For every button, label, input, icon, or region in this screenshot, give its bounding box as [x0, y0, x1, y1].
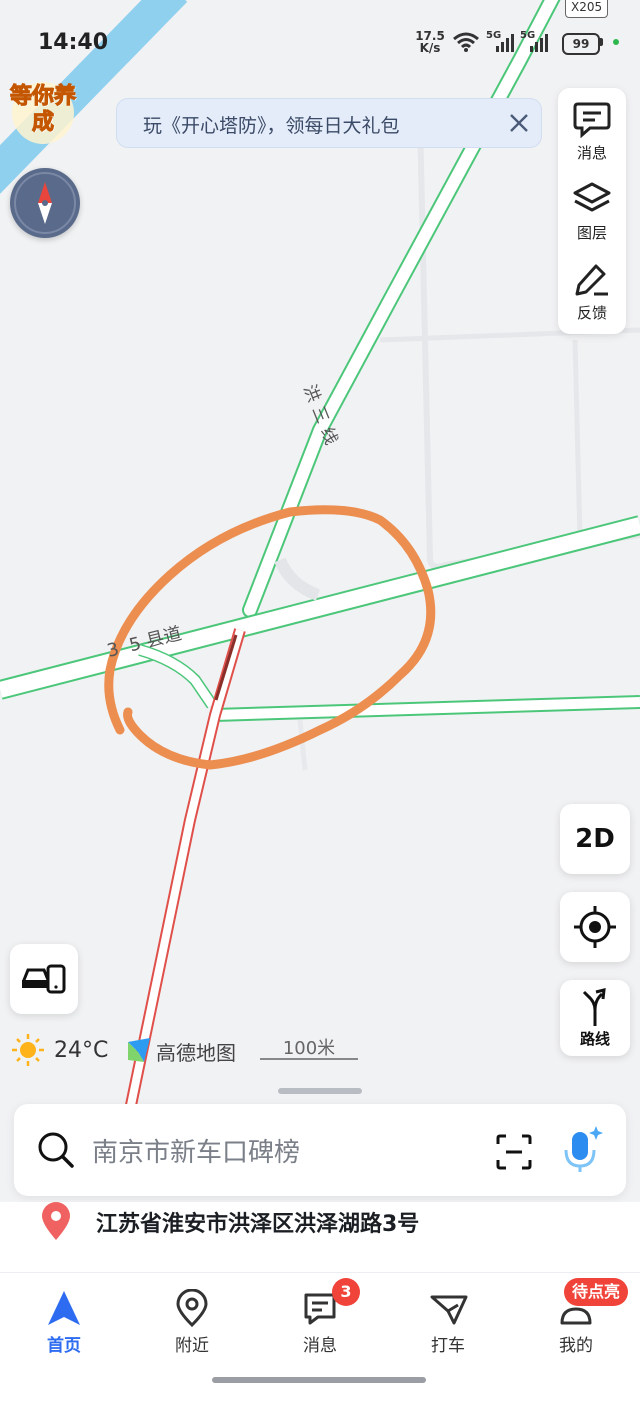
battery-tip: [600, 38, 603, 46]
amap-logo: 高德地图: [124, 1034, 254, 1066]
tab-taxi[interactable]: 打车: [384, 1287, 512, 1367]
route-arrow-icon: [582, 988, 606, 1026]
amap-logo-text: 高德地图: [156, 1041, 236, 1065]
home-indicator[interactable]: [212, 1377, 426, 1383]
route-button-label: 路线: [579, 1030, 610, 1048]
scan-icon[interactable]: [494, 1132, 534, 1172]
sun-icon: [12, 1034, 44, 1066]
messages-badge: 3: [332, 1278, 360, 1306]
tab-label: 附近: [175, 1336, 209, 1356]
search-bar[interactable]: 南京市新车口碑榜: [14, 1104, 626, 1196]
crosshair-icon: [574, 906, 616, 948]
layers-icon: [573, 182, 611, 212]
navigate-arrow-icon: [48, 1291, 80, 1325]
network-speed-unit: K/s: [419, 41, 441, 55]
view-mode-button[interactable]: 2D: [560, 804, 630, 874]
locate-button[interactable]: [560, 892, 630, 962]
message-icon: [573, 102, 611, 138]
signal-bars-icon: [530, 34, 548, 52]
battery-indicator: 99: [562, 33, 600, 55]
tool-feedback[interactable]: 反馈: [558, 250, 626, 328]
network-speed: 17.5 K/s: [414, 30, 446, 54]
charging-dot: [613, 39, 619, 45]
temperature-text: 24°C: [54, 1038, 109, 1063]
current-address: 江苏省淮安市洪泽区洪泽湖路3号: [96, 1212, 420, 1237]
tab-label: 打车: [431, 1336, 465, 1356]
tool-layers[interactable]: 图层: [558, 170, 626, 248]
feedback-icon: [575, 264, 608, 296]
search-icon: [38, 1132, 74, 1168]
promo-badge[interactable]: 等你养成: [10, 80, 77, 146]
compass-button[interactable]: [10, 168, 80, 238]
tool-label: 图层: [576, 224, 607, 242]
car-phone-button[interactable]: [10, 944, 78, 1014]
road-shield-x205: X205: [565, 0, 609, 18]
tool-label: 反馈: [576, 304, 607, 322]
close-icon[interactable]: [503, 107, 535, 139]
sheet-drag-handle[interactable]: [278, 1088, 362, 1094]
weather-widget: 24°C: [10, 1032, 108, 1068]
tab-label: 消息: [303, 1336, 337, 1356]
promo-banner-text: 玩《开心塔防》，领每日大礼包: [143, 115, 400, 137]
tab-home[interactable]: 首页: [0, 1287, 128, 1367]
current-location-row[interactable]: 江苏省淮安市洪泽区洪泽湖路3号: [0, 1202, 640, 1272]
tool-message[interactable]: 消息: [558, 88, 626, 166]
compass-icon: [14, 172, 76, 234]
tab-label: 我的: [559, 1336, 593, 1356]
clock: 14:40: [38, 30, 109, 55]
map-tool-panel: 消息 图层 反馈: [558, 88, 626, 334]
search-input[interactable]: 南京市新车口碑榜: [92, 1132, 300, 1169]
profile-pill-badge: 待点亮: [564, 1278, 629, 1306]
map-roads: [0, 0, 640, 1112]
wifi-icon: [453, 32, 479, 52]
signal-bars-icon: [496, 34, 514, 52]
location-pin-icon: [176, 1289, 208, 1328]
promo-badge-text: 等你养成: [10, 84, 77, 136]
tab-messages[interactable]: 消息: [256, 1287, 384, 1367]
amap-logo-icon: [128, 1038, 150, 1062]
status-bar: X205 14:40 17.5 K/s 5G 5G 99: [0, 0, 640, 86]
taxi-flag-icon: [430, 1295, 468, 1325]
map-canvas[interactable]: 洪三线 3 5 县道: [0, 0, 640, 1200]
location-pin-icon: [42, 1202, 70, 1240]
scale-bar: 100米: [260, 1032, 358, 1062]
tool-label: 消息: [576, 144, 607, 162]
tab-nearby[interactable]: 附近: [128, 1287, 256, 1367]
tab-label: 首页: [47, 1336, 81, 1356]
route-button[interactable]: 路线: [560, 980, 630, 1056]
scale-line: [260, 1058, 358, 1060]
voice-assistant-icon[interactable]: [560, 1124, 604, 1176]
car-phone-icon: [22, 964, 66, 994]
scale-label: 100米: [282, 1038, 336, 1059]
promo-banner[interactable]: 玩《开心塔防》，领每日大礼包: [116, 98, 542, 148]
